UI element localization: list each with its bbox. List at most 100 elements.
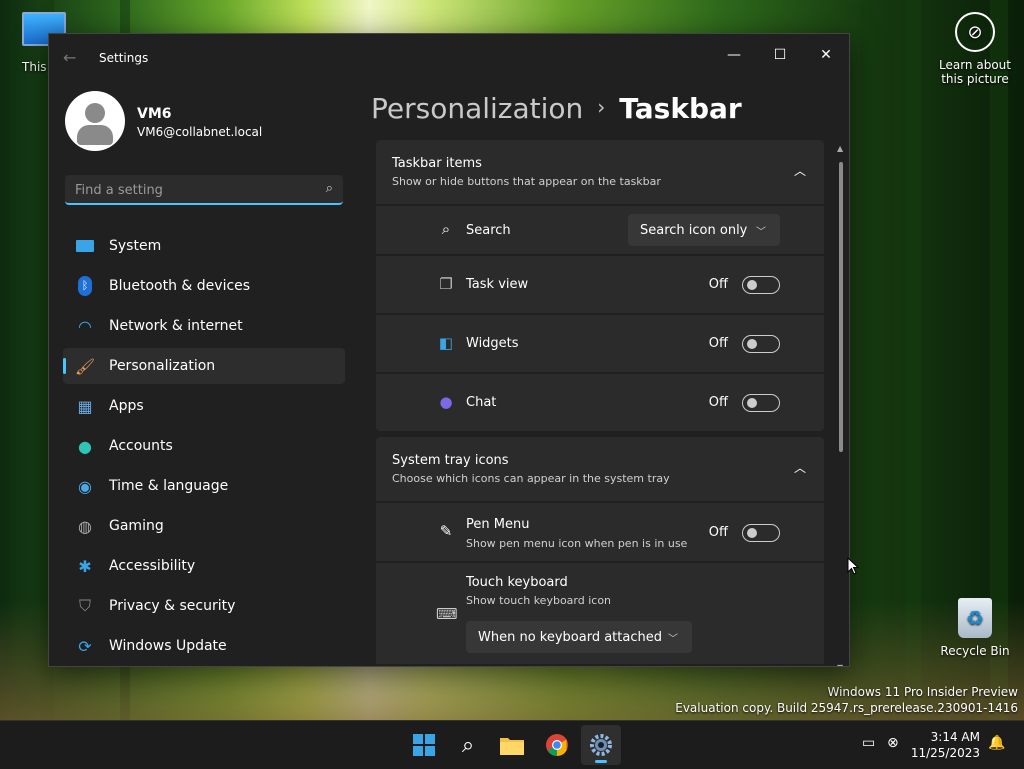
window-title: Settings: [99, 51, 149, 65]
task-view-toggle[interactable]: [742, 276, 780, 294]
monitor-icon: [74, 236, 96, 256]
page-title: Taskbar: [619, 92, 742, 125]
active-indicator: [595, 760, 607, 763]
search-icon[interactable]: ⌕: [326, 181, 333, 196]
recycle-bin-icon: [958, 598, 992, 638]
sidebar-item-bluetooth[interactable]: ᛒ Bluetooth & devices: [63, 268, 345, 304]
brush-icon: 🖌: [74, 356, 96, 376]
globe-clock-icon: ◉: [78, 476, 92, 496]
search-icon: ⌕: [441, 220, 451, 238]
close-button[interactable]: ✕: [803, 40, 849, 70]
sidebar-item-label: Accounts: [109, 438, 173, 454]
accessibility-icon: ✱: [78, 556, 92, 576]
clock-time: 3:14 AM: [930, 730, 980, 744]
toggle-knob: [747, 528, 757, 538]
sidebar-item-label: Bluetooth & devices: [109, 278, 251, 294]
sidebar-item-label: Apps: [109, 398, 144, 414]
shield-icon: ⛉: [78, 596, 91, 615]
display-icon[interactable]: ▭: [862, 735, 875, 751]
chrome-button[interactable]: [537, 725, 577, 765]
sidebar-item-label: Network & internet: [109, 318, 243, 334]
setting-row-touch-keyboard: ⌨ Touch keyboard Show touch keyboard ico…: [376, 563, 824, 664]
sidebar-item-accounts[interactable]: ● Accounts: [63, 428, 345, 464]
section-subtitle: Show or hide buttons that appear on the …: [392, 175, 661, 188]
sidebar-item-label: Personalization: [109, 358, 216, 374]
section-system-tray[interactable]: System tray icons Choose which icons can…: [376, 437, 824, 501]
learn-label-line2: this picture: [941, 72, 1009, 86]
keyboard-icon: ⌨: [436, 605, 458, 623]
user-name: VM6: [137, 106, 172, 122]
breadcrumb-parent[interactable]: Personalization: [371, 92, 583, 125]
apps-icon: ▦: [77, 396, 93, 416]
scroll-down-arrow-icon[interactable]: ▼: [837, 663, 843, 666]
sidebar-item-gaming[interactable]: ◍ Gaming: [63, 508, 345, 544]
gear-icon: [590, 734, 612, 756]
section-taskbar-items[interactable]: Taskbar items Show or hide buttons that …: [376, 140, 824, 204]
sidebar-item-accessibility[interactable]: ✱ Accessibility: [63, 548, 345, 584]
evaluation-watermark: Windows 11 Pro Insider Preview Evaluatio…: [675, 684, 1018, 716]
wifi-icon: ◠: [78, 316, 92, 336]
taskbar-search-button[interactable]: ⌕: [448, 725, 488, 765]
search-mode-dropdown[interactable]: Search icon only ﹀: [628, 214, 780, 246]
sidebar-item-label: Accessibility: [109, 558, 196, 574]
clock[interactable]: 3:14 AM 11/25/2023: [911, 729, 980, 761]
settings-window: ← Settings — ☐ ✕ VM6 VM6@collabnet.local…: [48, 33, 850, 667]
minimize-button[interactable]: —: [711, 40, 757, 70]
search-input[interactable]: [73, 179, 317, 201]
pen-menu-toggle[interactable]: [742, 524, 780, 542]
avatar-head: [85, 103, 105, 123]
setting-row-pen-menu: ✎ Pen Menu Show pen menu icon when pen i…: [376, 503, 824, 561]
dropdown-value: When no keyboard attached: [478, 629, 662, 645]
settings-taskbar-button[interactable]: [581, 725, 621, 765]
chevron-down-icon: ﹀: [668, 634, 678, 645]
breadcrumb-separator: ›: [597, 95, 606, 119]
desktop-icon-recycle-bin[interactable]: Recycle Bin: [940, 598, 1010, 658]
notification-bell-icon[interactable]: 🔔: [988, 735, 1005, 751]
clock-date: 11/25/2023: [910, 746, 980, 760]
widgets-toggle[interactable]: [742, 335, 780, 353]
taskbar: ⌕ ▭ ⊗ 3:14 AM 11/25/2023 🔔: [0, 720, 1024, 769]
setting-row-search: ⌕ Search Search icon only ﹀: [376, 206, 824, 254]
settings-search[interactable]: ⌕: [65, 175, 343, 205]
toggle-state: Off: [708, 525, 728, 540]
sidebar-nav: System ᛒ Bluetooth & devices ◠ Network &…: [63, 228, 345, 666]
chat-toggle[interactable]: [742, 394, 780, 412]
sidebar-item-network[interactable]: ◠ Network & internet: [63, 308, 345, 344]
learn-about-picture[interactable]: ⊘ Learn about this picture: [936, 12, 1014, 86]
setting-row-chat: ● Chat Off: [376, 374, 824, 431]
gamepad-icon: ◍: [78, 516, 92, 536]
toggle-state: Off: [708, 336, 728, 351]
chrome-icon: [546, 734, 568, 756]
folder-icon: [500, 738, 524, 755]
chevron-up-icon[interactable]: ︿: [794, 459, 806, 476]
sidebar-item-windows-update[interactable]: ⟳ Windows Update: [63, 628, 345, 664]
back-arrow-icon[interactable]: ←: [63, 48, 76, 67]
file-explorer-button[interactable]: [492, 725, 532, 765]
sidebar-item-label: System: [109, 238, 162, 254]
sidebar-item-apps[interactable]: ▦ Apps: [63, 388, 345, 424]
title-bar[interactable]: ← Settings — ☐ ✕: [49, 34, 849, 82]
toggle-knob: [747, 339, 757, 349]
pen-icon: ✎: [439, 522, 453, 540]
settings-content: Taskbar items Show or hide buttons that …: [376, 140, 824, 664]
maximize-button[interactable]: ☐: [757, 40, 803, 70]
sidebar-item-personalization[interactable]: 🖌 Personalization: [63, 348, 345, 384]
sidebar-item-privacy[interactable]: ⛉ Privacy & security: [63, 588, 345, 624]
chat-icon: ●: [439, 393, 453, 411]
setting-label: Chat: [466, 395, 497, 410]
sidebar-item-system[interactable]: System: [63, 228, 345, 264]
widgets-icon: ◧: [438, 334, 454, 352]
scroll-up-arrow-icon[interactable]: ▲: [837, 144, 843, 153]
chevron-up-icon[interactable]: ︿: [794, 162, 806, 179]
setting-label: Task view: [466, 277, 529, 292]
sidebar-item-time-language[interactable]: ◉ Time & language: [63, 468, 345, 504]
scrollbar-thumb[interactable]: [839, 162, 843, 452]
user-email: VM6@collabnet.local: [137, 125, 263, 139]
touch-keyboard-dropdown[interactable]: When no keyboard attached ﹀: [466, 621, 692, 653]
section-title: Taskbar items: [392, 156, 482, 171]
toggle-knob: [747, 280, 757, 290]
toggle-state: Off: [708, 277, 728, 292]
content-scrollbar[interactable]: ▲ ▼: [837, 144, 845, 666]
network-disconnected-icon[interactable]: ⊗: [887, 735, 899, 751]
start-button[interactable]: [404, 725, 444, 765]
